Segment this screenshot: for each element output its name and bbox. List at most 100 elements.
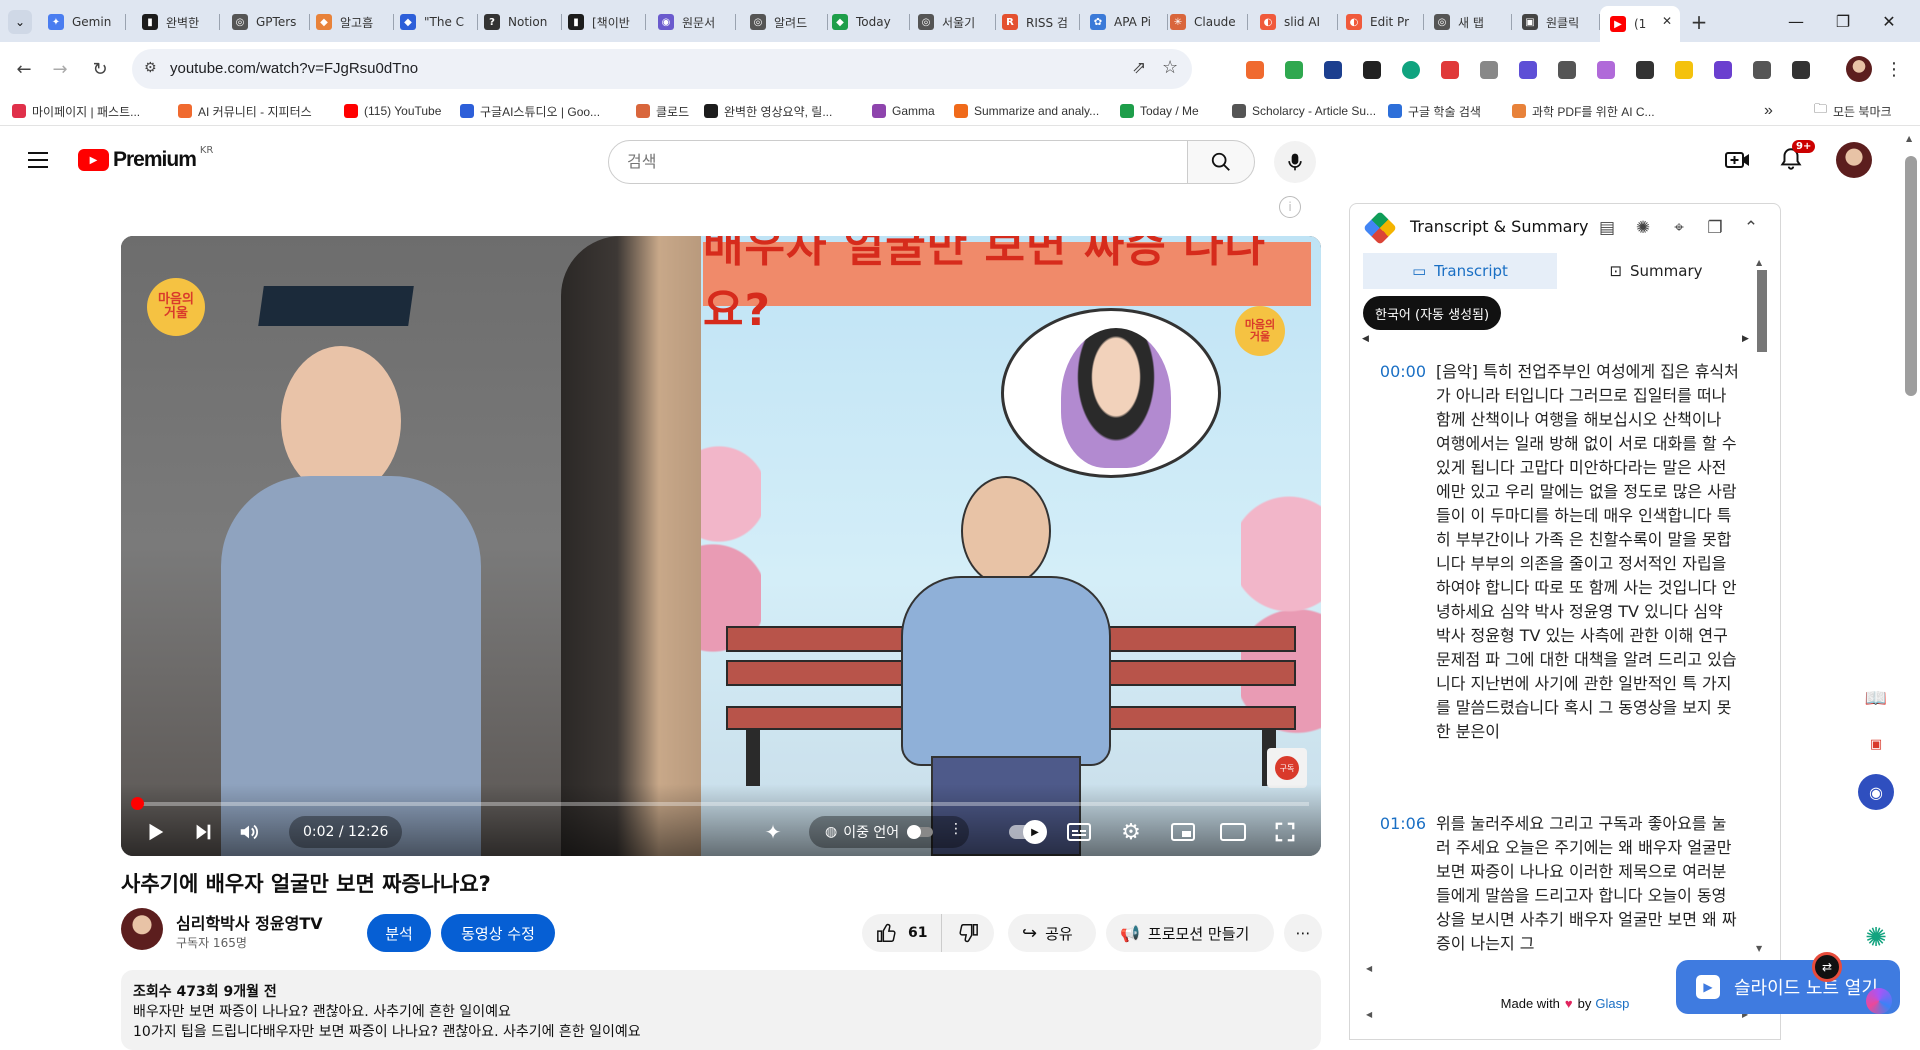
media-control-icon[interactable] (1792, 61, 1810, 79)
ext-icon[interactable] (1675, 61, 1693, 79)
next-button[interactable] (187, 816, 219, 848)
search-button[interactable] (1187, 140, 1255, 184)
subtitles-button[interactable] (1063, 816, 1095, 848)
ext-icon[interactable] (1246, 61, 1264, 79)
dislike-button[interactable] (942, 914, 994, 952)
ext-icon[interactable] (1636, 61, 1654, 79)
dual-language-toggle[interactable]: ◍ 이중 언어 ⋮ (809, 816, 969, 848)
ext-icon[interactable] (1441, 61, 1459, 79)
info-icon[interactable]: i (1279, 196, 1301, 218)
all-bookmarks-folder[interactable]: 🗀 모든 북마크 (1814, 101, 1892, 120)
browser-tab[interactable]: R RISS 검 (992, 8, 1080, 36)
progress-scrubber[interactable] (130, 797, 144, 810)
close-tab-icon[interactable]: ✕ (1662, 14, 1672, 28)
forward-button[interactable]: → (44, 53, 76, 85)
transcript-segment[interactable]: 00:00 [음악] 특히 전업주부인 여성에게 집은 휴식처가 아니라 터입니… (1362, 360, 1762, 744)
transcript-scrollbar[interactable]: ▲ ▼ (1756, 258, 1768, 958)
language-chip[interactable]: 한국어 (자동 생성됨) (1363, 296, 1502, 330)
create-video-icon[interactable] (1724, 148, 1752, 172)
search-box[interactable] (608, 140, 1188, 184)
target-icon[interactable]: ⌖ (1668, 217, 1690, 239)
browser-tab[interactable]: ◉ 원문서 (648, 8, 736, 36)
notifications-bell-icon[interactable]: 9+ (1778, 140, 1816, 174)
flower-extension-icon[interactable] (1866, 988, 1892, 1014)
assistant-bot-icon[interactable]: ◉ (1858, 774, 1894, 810)
browser-tab[interactable]: ◆ "The C (390, 8, 478, 36)
more-vert-icon[interactable]: ⋮ (949, 821, 963, 837)
analytics-button[interactable]: 분석 (367, 914, 431, 952)
horizontal-scroll-left-icon[interactable]: ◀ (1366, 964, 1372, 973)
channel-name[interactable]: 심리학박사 정윤영TV (176, 910, 323, 934)
browser-tab[interactable]: ? Notion (474, 8, 562, 36)
footer-scroll-left-icon[interactable]: ◀ (1366, 1010, 1372, 1019)
play-button[interactable] (139, 816, 171, 848)
bookmark-item[interactable]: 클로드 (636, 102, 689, 120)
bookmark-item[interactable]: 완벽한 영상요약, 릴... (704, 102, 832, 120)
ext-icon[interactable] (1519, 61, 1537, 79)
guide-menu-icon[interactable] (26, 148, 50, 172)
bookmark-item[interactable]: (115) YouTube (344, 102, 441, 120)
bookmark-item[interactable]: Summarize and analy... (954, 102, 1099, 120)
bookmark-item[interactable]: Scholarcy - Article Su... (1232, 102, 1376, 120)
browser-tab[interactable]: ◎ 서울기 (908, 8, 996, 36)
description-box[interactable]: 조회수 473회 9개월 전 배우자만 보면 짜증이 나나요? 괜찮아요. 사추… (121, 970, 1321, 1050)
voice-search-button[interactable] (1274, 141, 1316, 183)
volume-button[interactable] (233, 816, 265, 848)
search-input[interactable] (627, 152, 1127, 171)
browser-tab[interactable]: ✦ Gemin (38, 8, 126, 36)
youtube-summary-icon[interactable]: ▣ (1858, 726, 1894, 762)
video-player[interactable]: 마음의 거울 마음의 거울 배우자 얼굴만 보면 짜증 나나요? 구독 (121, 236, 1321, 856)
browser-tab[interactable]: ◆ Today (822, 8, 910, 36)
subscribe-watermark[interactable]: 구독 (1267, 748, 1307, 788)
channel-avatar[interactable] (121, 908, 163, 950)
more-actions-button[interactable]: ⋯ (1284, 914, 1322, 952)
bookmark-item[interactable]: Today / Me (1120, 102, 1199, 120)
browser-tab[interactable]: ✳ Claude (1160, 8, 1248, 36)
reader-book-icon[interactable]: 📖 (1858, 680, 1894, 716)
transcript-doc-icon[interactable]: ▤ (1596, 217, 1618, 239)
collapse-chevron-icon[interactable]: ⌃ (1740, 217, 1762, 239)
install-app-icon[interactable]: ⇗ (1132, 58, 1146, 78)
browser-tab[interactable]: ▮ 완벽한 (132, 8, 220, 36)
address-bar[interactable]: ⚙ youtube.com/watch?v=FJgRsu0dTno ⇗ ☆ (132, 49, 1192, 89)
account-avatar[interactable] (1836, 142, 1872, 178)
miniplayer-button[interactable] (1167, 816, 1199, 848)
bookmarks-overflow-button[interactable]: » (1764, 102, 1773, 120)
chip-scroll-left-icon[interactable]: ◀ (1362, 334, 1369, 344)
transcript-scroll-thumb[interactable] (1757, 270, 1767, 352)
browser-tab[interactable]: ◐ slid AI (1250, 8, 1338, 36)
ext-icon[interactable] (1285, 61, 1303, 79)
segment-timestamp[interactable]: 01:06 (1362, 812, 1436, 956)
browser-tab[interactable]: ▮ [책이반 (558, 8, 646, 36)
tab-search-button[interactable]: ⌄ (8, 10, 32, 34)
browser-tab[interactable]: ▣ 원클릭 (1512, 8, 1600, 36)
browser-tab[interactable]: ✿ APA Pi (1080, 8, 1168, 36)
openai-icon[interactable]: ✺ (1632, 217, 1654, 239)
ext-icon[interactable] (1324, 61, 1342, 79)
browser-tab[interactable]: ◎ 알려드 (740, 8, 828, 36)
bookmark-item[interactable]: Gamma (872, 102, 935, 120)
glasp-link[interactable]: Glasp (1595, 996, 1629, 1011)
mic-ext-icon[interactable] (1558, 61, 1576, 79)
reload-button[interactable]: ↻ (84, 53, 116, 85)
segment-timestamp[interactable]: 00:00 (1362, 360, 1436, 744)
tab-transcript[interactable]: ▭ Transcript (1363, 253, 1557, 289)
browser-menu-icon[interactable]: ⋮ (1884, 56, 1904, 82)
bookmark-star-icon[interactable]: ☆ (1162, 57, 1178, 78)
profile-avatar[interactable] (1846, 56, 1872, 82)
bookmark-item[interactable]: 구글AI스튜디오 | Goo... (460, 102, 600, 120)
browser-tab[interactable]: ▶ (1 ✕ (1600, 6, 1680, 42)
promote-button[interactable]: 📢 프로모션 만들기 (1106, 914, 1274, 952)
autoplay-toggle[interactable]: ▶ (1005, 820, 1049, 844)
bookmark-item[interactable]: AI 커뮤니티 - 지피터스 (178, 102, 312, 120)
ext-icon[interactable] (1714, 61, 1732, 79)
back-button[interactable]: ← (8, 53, 40, 85)
settings-button[interactable]: ⚙ (1115, 816, 1147, 848)
ext-icon[interactable] (1363, 61, 1381, 79)
browser-tab[interactable]: ◎ 새 탭 (1424, 8, 1512, 36)
toggle-switch[interactable] (907, 825, 933, 839)
browser-tab[interactable]: ◆ 알고흠 (306, 8, 394, 36)
ai-sparkle-button[interactable]: ✦ (757, 816, 789, 848)
edit-video-button[interactable]: 동영상 수정 (441, 914, 555, 952)
chatgpt-ext-icon[interactable] (1402, 61, 1420, 79)
